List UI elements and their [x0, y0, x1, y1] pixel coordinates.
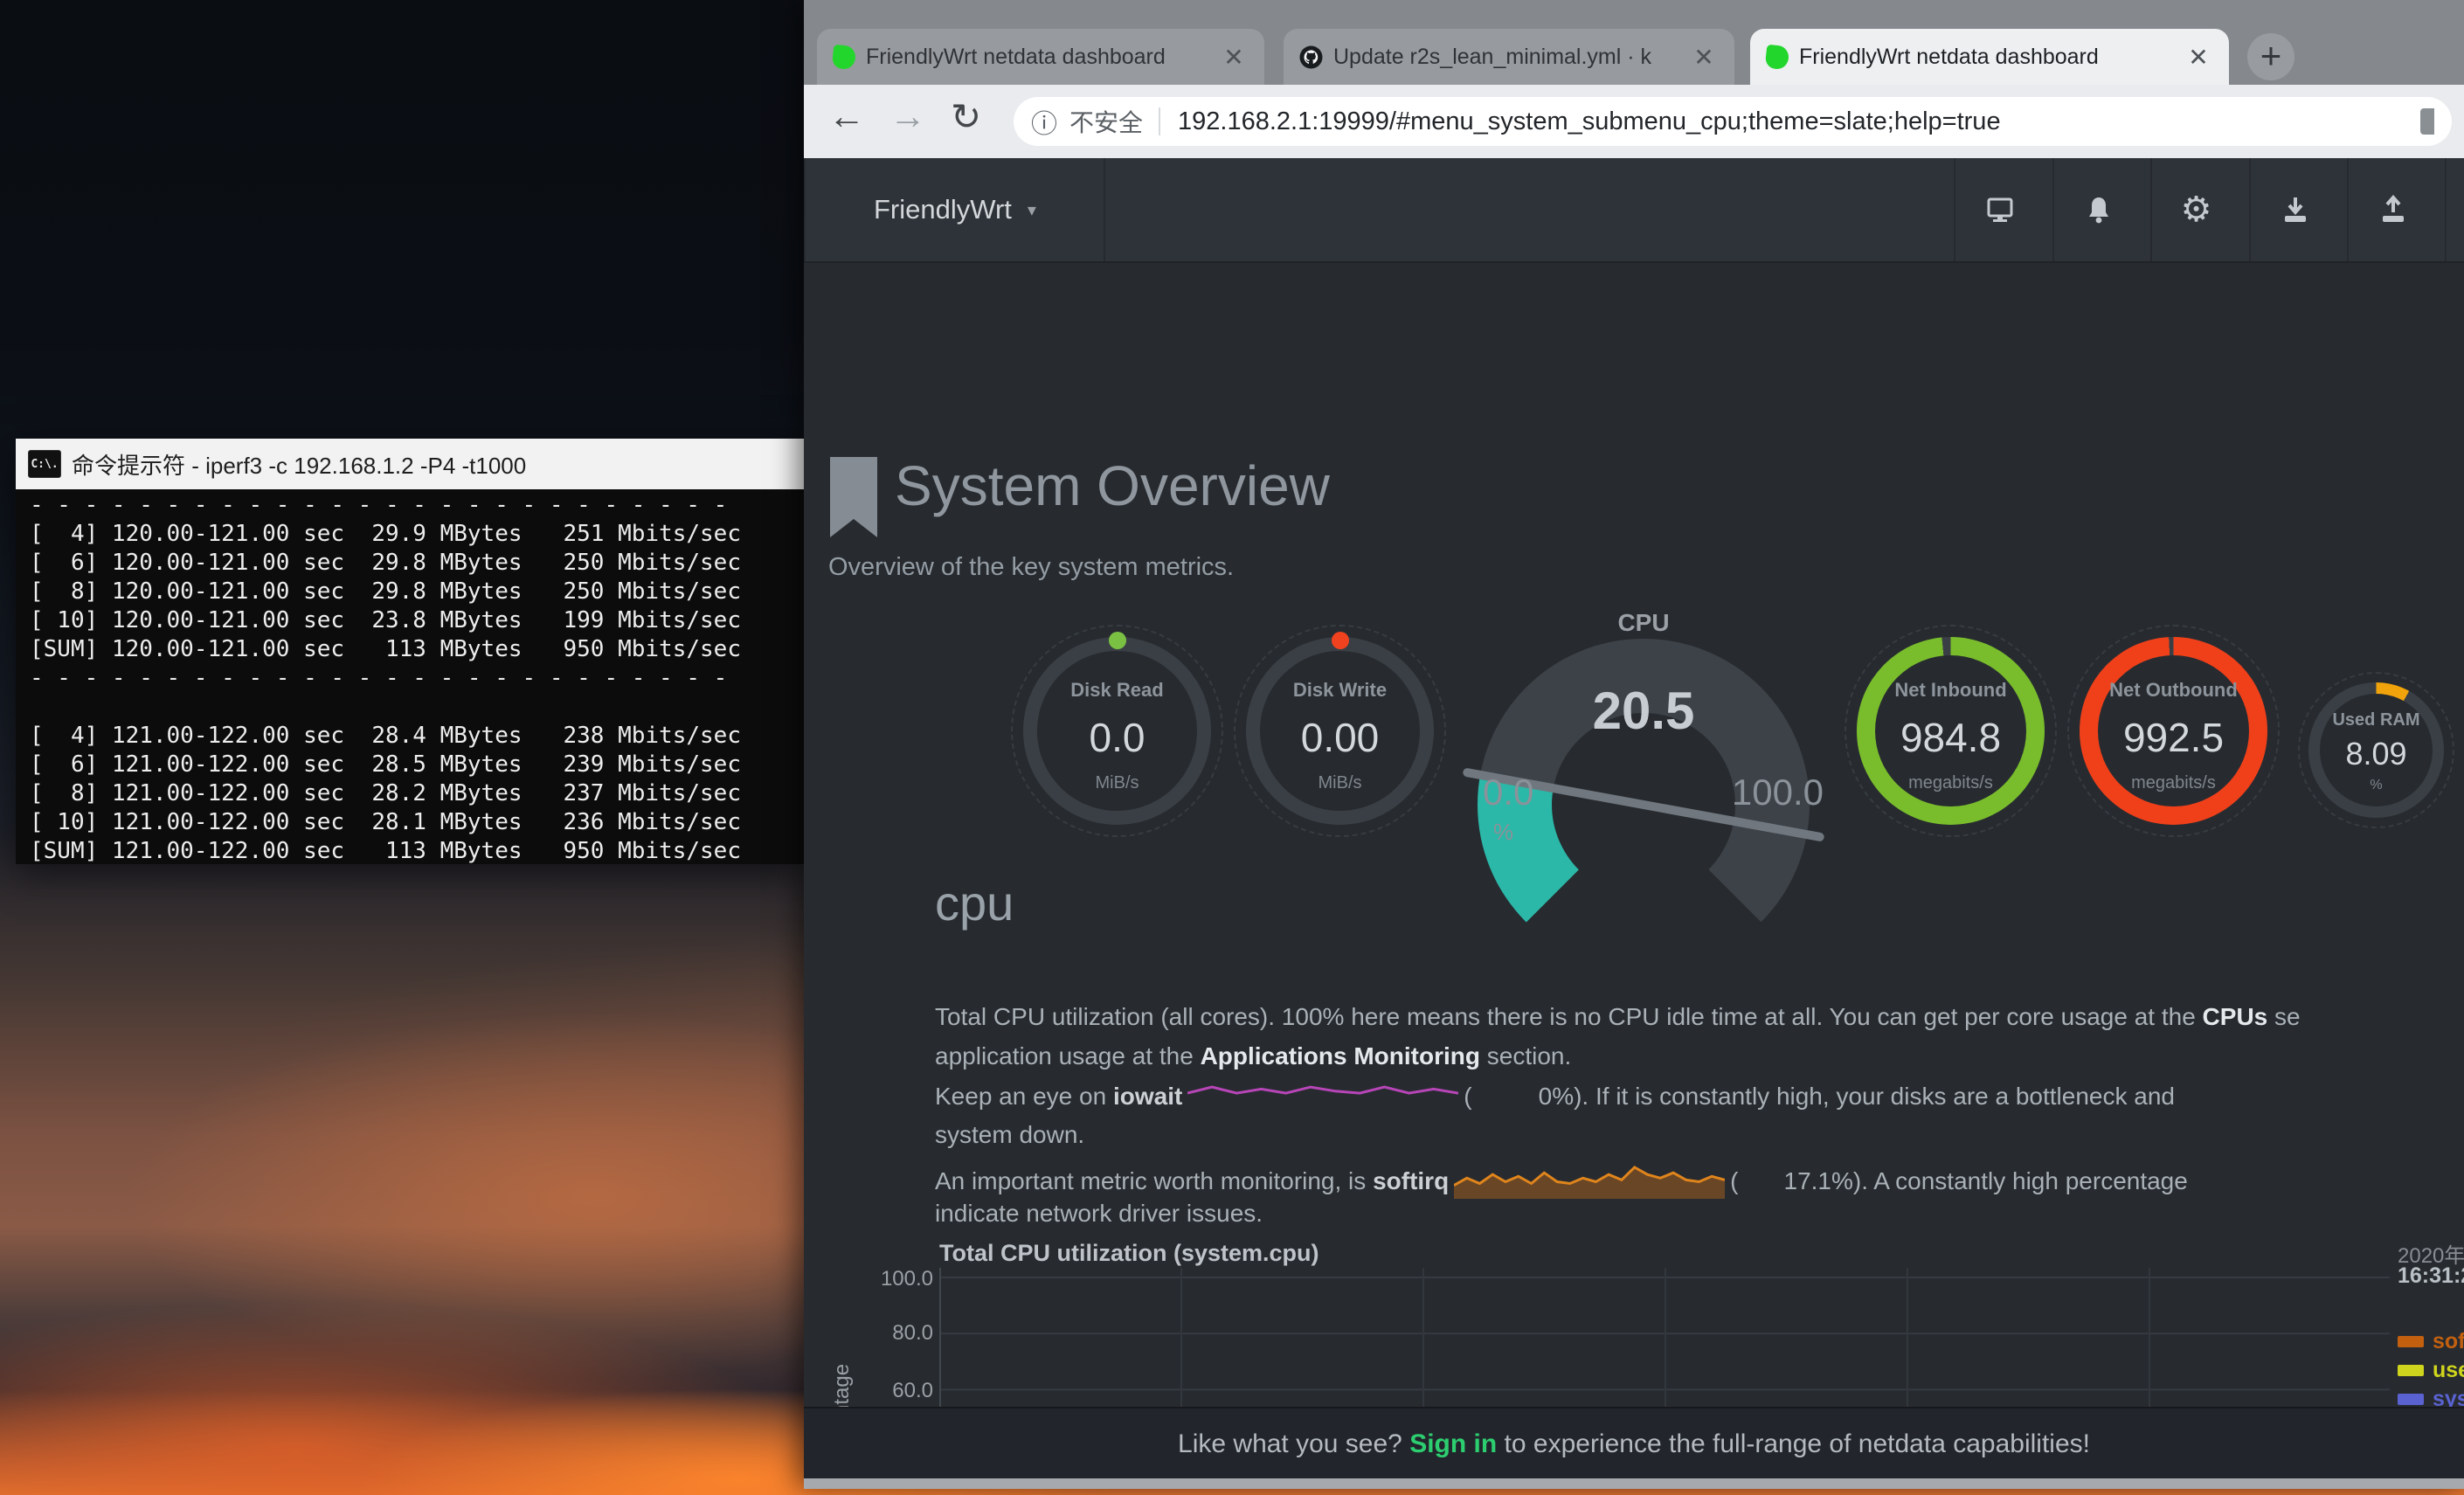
y-tick: 60.0	[855, 1379, 933, 1403]
divider	[1159, 107, 1160, 135]
monitor-icon[interactable]	[1954, 158, 2044, 261]
cpu-paragraph-line5: An important metric worth monitoring, is…	[935, 1160, 2464, 1205]
back-icon[interactable]: ←	[828, 95, 865, 137]
url-bar[interactable]: ⓘ 不安全 192.168.2.1:19999/#menu_system_sub…	[1014, 97, 2452, 146]
new-tab-button[interactable]: +	[2247, 33, 2294, 80]
cmd-icon: C:\.	[28, 450, 61, 478]
legend-item-user[interactable]: use	[2398, 1356, 2464, 1385]
gauge-net-inbound[interactable]: Net Inbound 984.8 megabits/s	[1857, 637, 2045, 825]
netdata-favicon	[1765, 44, 1790, 70]
sign-in-link[interactable]: Sign in	[1409, 1429, 1497, 1458]
y-tick: 80.0	[855, 1321, 933, 1346]
gauge-disk-read[interactable]: Disk Read 0.0 MiB/s	[1023, 637, 1211, 825]
legend-item-softirq[interactable]: soft	[2398, 1327, 2464, 1356]
gauge-used-ram[interactable]: Used RAM 8.09 %	[2308, 682, 2444, 818]
brand-label: FriendlyWrt	[874, 194, 1012, 225]
tab-close-icon[interactable]: ✕	[2184, 43, 2213, 72]
chart-time: 16:31:2	[2398, 1263, 2464, 1289]
chevron-down-icon: ▾	[1028, 199, 1036, 221]
cpus-link[interactable]: CPUs	[2203, 1003, 2268, 1030]
gauge-disk-write[interactable]: Disk Write 0.00 MiB/s	[1246, 637, 1434, 825]
cpu-paragraph-line6: indicate network driver issues.	[935, 1200, 2464, 1228]
footer-text: Like what you see? Sign in to experience…	[804, 1429, 2464, 1459]
page-subtitle: Overview of the key system metrics.	[828, 553, 1234, 582]
terminal-window[interactable]: C:\. 命令提示符 - iperf3 -c 192.168.1.2 -P4 -…	[16, 439, 804, 864]
reload-icon[interactable]: ↻	[951, 95, 981, 138]
brand-menu[interactable]: FriendlyWrt ▾	[804, 158, 1105, 261]
tab-netdata-1[interactable]: FriendlyWrt netdata dashboard ✕	[817, 29, 1264, 85]
legend-swatch	[2398, 1365, 2424, 1376]
tab-title: FriendlyWrt netdata dashboard	[1799, 45, 2171, 70]
tab-title: FriendlyWrt netdata dashboard	[866, 45, 1207, 70]
browser-toolbar: ← → ↻ ⓘ 不安全 192.168.2.1:19999/#menu_syst…	[804, 85, 2464, 158]
legend-swatch	[2398, 1394, 2424, 1405]
section-heading-cpu: cpu	[935, 875, 1014, 931]
cpu-paragraph-line4: system down.	[935, 1121, 2464, 1149]
page-title: System Overview	[895, 453, 1330, 518]
gauge-content: Net Outbound 992.5 megabits/s	[2080, 637, 2267, 825]
url-text[interactable]: 192.168.2.1:19999/#menu_system_submenu_c…	[1178, 107, 2413, 136]
iowait-sparkline	[1187, 1082, 1458, 1114]
netdata-navbar: FriendlyWrt ▾ ⚙	[804, 158, 2464, 263]
y-tick: 100.0	[855, 1267, 933, 1291]
terminal-title: 命令提示符 - iperf3 -c 192.168.1.2 -P4 -t1000	[72, 448, 526, 481]
gauge-content: Disk Write 0.00 MiB/s	[1246, 637, 1434, 825]
clipped-nav-tile	[2445, 158, 2464, 261]
gauge-content: Used RAM 8.09 %	[2308, 682, 2444, 818]
gauge-net-outbound[interactable]: Net Outbound 992.5 megabits/s	[2080, 637, 2267, 825]
gauge-max: 100.0	[1732, 772, 1824, 813]
forward-icon[interactable]: →	[889, 95, 926, 137]
info-icon[interactable]: ⓘ	[1031, 102, 1057, 141]
tab-netdata-active[interactable]: FriendlyWrt netdata dashboard ✕	[1750, 29, 2229, 85]
netdata-footer: Like what you see? Sign in to experience…	[804, 1407, 2464, 1489]
gauge-title: CPU	[1460, 609, 1827, 637]
upload-icon[interactable]	[2347, 158, 2437, 261]
cpu-paragraph-line2: application usage at the Applications Mo…	[935, 1042, 2464, 1070]
applications-monitoring-link[interactable]: Applications Monitoring	[1201, 1042, 1480, 1069]
netdata-page: FriendlyWrt ▾ ⚙ System Overview	[804, 158, 2464, 1487]
gear-icon[interactable]: ⚙	[2150, 158, 2240, 261]
github-favicon	[1299, 45, 1323, 69]
gauge-min: 0.0	[1483, 772, 1533, 813]
tab-close-icon[interactable]: ✕	[1689, 43, 1719, 72]
tab-close-icon[interactable]: ✕	[1219, 43, 1249, 72]
horizontal-scrollbar[interactable]	[804, 1478, 2464, 1489]
bookmark-icon	[828, 457, 879, 539]
legend-label: soft	[2433, 1329, 2464, 1354]
terminal-output[interactable]: - - - - - - - - - - - - - - - - - - - - …	[16, 489, 804, 864]
cpu-paragraph-line3: Keep an eye on iowait(0%). If it is cons…	[935, 1082, 2464, 1114]
terminal-text: - - - - - - - - - - - - - - - - - - - - …	[30, 491, 790, 864]
terminal-titlebar[interactable]: C:\. 命令提示符 - iperf3 -c 192.168.1.2 -P4 -…	[16, 439, 804, 489]
gauge-content: Disk Read 0.0 MiB/s	[1023, 637, 1211, 825]
gauge-unit: %	[1493, 819, 1513, 846]
tab-github[interactable]: Update r2s_lean_minimal.yml · k ✕	[1284, 29, 1734, 85]
security-label: 不安全	[1069, 104, 1143, 139]
bell-icon[interactable]	[2052, 158, 2142, 261]
legend-label: use	[2433, 1358, 2464, 1383]
netdata-favicon	[832, 44, 857, 70]
softirq-sparkline	[1454, 1160, 1725, 1205]
browser-window: FriendlyWrt netdata dashboard ✕ Update r…	[804, 0, 2464, 1487]
gauge-cpu[interactable]: CPU 20.5 0.0 100.0 %	[1460, 609, 1827, 836]
tab-strip: FriendlyWrt netdata dashboard ✕ Update r…	[804, 0, 2464, 85]
cpu-paragraph-line1: Total CPU utilization (all cores). 100% …	[935, 1003, 2464, 1031]
download-icon[interactable]	[2249, 158, 2339, 261]
gauge-content: Net Inbound 984.8 megabits/s	[1857, 637, 2045, 825]
legend-swatch	[2398, 1336, 2424, 1347]
chart-title: Total CPU utilization (system.cpu)	[939, 1240, 1319, 1267]
clipped-toolbar-icon	[2420, 108, 2434, 135]
tab-title: Update r2s_lean_minimal.yml · k	[1333, 45, 1677, 70]
gauge-value: 20.5	[1460, 681, 1827, 741]
